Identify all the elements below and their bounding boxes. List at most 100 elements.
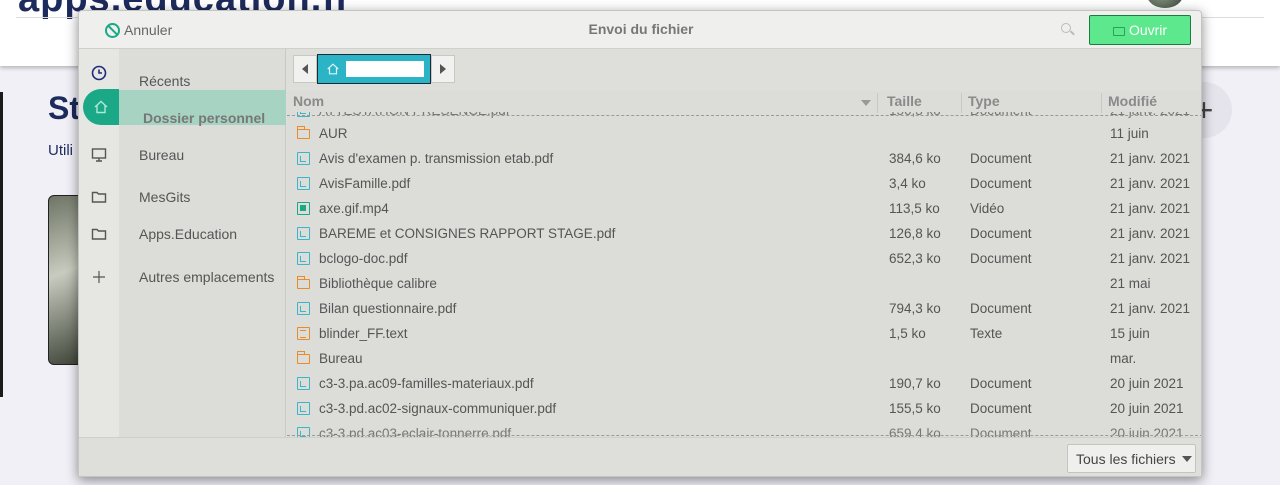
folder-icon[interactable] bbox=[87, 185, 111, 209]
avatar[interactable] bbox=[1147, 0, 1183, 8]
folder-icon bbox=[296, 351, 310, 364]
file-name: bclogo-doc.pdf bbox=[319, 251, 408, 266]
chevron-down-icon bbox=[1181, 455, 1192, 462]
table-row[interactable]: c3-3.pd.ac02-signaux-communiquer.pdf 155… bbox=[287, 397, 1201, 422]
path-forward-button[interactable] bbox=[431, 55, 455, 83]
sidebar-item-mesgits[interactable]: MesGits bbox=[139, 189, 190, 205]
list-top-edge bbox=[287, 115, 1201, 116]
path-bar bbox=[293, 54, 455, 85]
dialog-titlebar: Annuler Envoi du fichier Ouvrir bbox=[79, 11, 1201, 49]
document-icon bbox=[297, 227, 310, 240]
file-modified: 21 janv. 2021 bbox=[1110, 176, 1191, 191]
file-type: Document bbox=[970, 226, 1032, 241]
document-icon bbox=[297, 302, 310, 315]
document-icon bbox=[297, 377, 310, 390]
file-name: Bilan questionnaire.pdf bbox=[319, 301, 457, 316]
column-type[interactable]: Type bbox=[968, 93, 1000, 113]
chevron-right-icon bbox=[440, 64, 446, 74]
table-row[interactable]: Bibliothèque calibre 21 mai bbox=[287, 272, 1201, 297]
sidebar-item-home[interactable]: Dossier personnel bbox=[143, 110, 265, 126]
document-icon bbox=[297, 402, 310, 415]
column-name[interactable]: Nom bbox=[293, 93, 324, 113]
table-row[interactable]: Bureau mar. bbox=[287, 347, 1201, 372]
file-size: 113,5 ko bbox=[889, 201, 940, 216]
file-modified: 21 janv. 2021 bbox=[1110, 201, 1191, 216]
file-name: AUR bbox=[319, 126, 348, 141]
file-type-filter-select[interactable]: Tous les fichiers bbox=[1067, 444, 1196, 473]
page-subtitle: Utili bbox=[48, 142, 73, 159]
table-row[interactable]: Avis d'examen p. transmission etab.pdf 3… bbox=[287, 147, 1201, 172]
file-type: Document bbox=[970, 376, 1032, 391]
folder-icon[interactable] bbox=[87, 222, 111, 246]
table-row[interactable]: AvisFamille.pdf 3,4 ko Document 21 janv.… bbox=[287, 172, 1201, 197]
dialog-title: Envoi du fichier bbox=[588, 21, 694, 37]
file-size: 155,5 ko bbox=[889, 401, 941, 416]
left-accent-bar bbox=[0, 92, 3, 397]
file-list: ATTESTATION PRESENCE.pdf 156,3 ko Docume… bbox=[287, 91, 1201, 437]
file-name: Bureau bbox=[319, 351, 363, 366]
file-type: Document bbox=[970, 176, 1032, 191]
file-type: Document bbox=[970, 251, 1032, 266]
table-row[interactable]: Bilan questionnaire.pdf 794,3 ko Documen… bbox=[287, 297, 1201, 322]
file-size: 652,3 ko bbox=[889, 251, 941, 266]
file-modified: mar. bbox=[1110, 351, 1137, 366]
path-home-label-field bbox=[346, 61, 424, 77]
file-name: blinder_FF.text bbox=[319, 326, 408, 341]
file-type: Document bbox=[970, 301, 1032, 316]
clock-icon[interactable] bbox=[87, 61, 111, 85]
file-type: Document bbox=[970, 151, 1032, 166]
file-type: Vidéo bbox=[970, 201, 1005, 216]
folder-icon bbox=[296, 276, 310, 289]
file-modified: 21 janv. 2021 bbox=[1110, 301, 1191, 316]
home-icon[interactable] bbox=[83, 89, 119, 125]
column-modified[interactable]: Modifié bbox=[1108, 93, 1157, 113]
sidebar-item-other-locations[interactable]: Autres emplacements bbox=[139, 269, 274, 285]
chevron-left-icon bbox=[302, 64, 308, 74]
path-back-button[interactable] bbox=[293, 55, 317, 83]
search-icon[interactable] bbox=[1059, 21, 1077, 39]
table-row[interactable]: blinder_FF.text 1,5 ko Texte 15 juin bbox=[287, 322, 1201, 347]
column-size[interactable]: Taille bbox=[887, 93, 922, 113]
file-modified: 21 mai bbox=[1110, 276, 1151, 291]
file-modified: 20 juin 2021 bbox=[1110, 376, 1184, 391]
document-icon bbox=[297, 152, 310, 165]
dialog-footer: Tous les fichiers bbox=[79, 437, 1201, 476]
file-size: 794,3 ko bbox=[889, 301, 941, 316]
file-type: Document bbox=[970, 401, 1032, 416]
column-divider bbox=[877, 93, 878, 113]
document-icon bbox=[297, 177, 310, 190]
file-modified: 21 janv. 2021 bbox=[1110, 226, 1191, 241]
sidebar-item-recents[interactable]: Récents bbox=[139, 73, 190, 89]
column-divider bbox=[961, 93, 962, 113]
table-row[interactable]: bclogo-doc.pdf 652,3 ko Document 21 janv… bbox=[287, 247, 1201, 272]
text-file-icon bbox=[297, 327, 310, 340]
table-row[interactable]: c3-3.pa.ac09-familles-materiaux.pdf 190,… bbox=[287, 372, 1201, 397]
file-size: 3,4 ko bbox=[889, 176, 926, 191]
folder-icon bbox=[296, 126, 310, 139]
home-icon bbox=[327, 63, 339, 75]
file-modified: 21 janv. 2021 bbox=[1110, 251, 1191, 266]
file-name: AvisFamille.pdf bbox=[319, 176, 411, 191]
page-title: St bbox=[48, 90, 80, 126]
plus-icon[interactable] bbox=[87, 265, 111, 289]
file-size: 384,6 ko bbox=[889, 151, 941, 166]
open-button[interactable]: Ouvrir bbox=[1089, 15, 1191, 45]
sidebar-icon-column bbox=[79, 49, 119, 437]
file-size: 126,8 ko bbox=[889, 226, 941, 241]
desktop-icon[interactable] bbox=[87, 143, 111, 167]
file-modified: 15 juin bbox=[1110, 326, 1150, 341]
folder-open-icon bbox=[1112, 26, 1125, 36]
file-size: 190,7 ko bbox=[889, 376, 941, 391]
sidebar-item-apps-education[interactable]: Apps.Education bbox=[139, 226, 237, 242]
sidebar-item-desktop[interactable]: Bureau bbox=[139, 147, 184, 163]
table-row[interactable]: axe.gif.mp4 113,5 ko Vidéo 21 janv. 2021 bbox=[287, 197, 1201, 222]
table-row[interactable]: BAREME et CONSIGNES RAPPORT STAGE.pdf 12… bbox=[287, 222, 1201, 247]
path-home-button[interactable] bbox=[317, 54, 431, 84]
file-size: 1,5 ko bbox=[889, 326, 926, 341]
table-row[interactable]: AUR 11 juin bbox=[287, 122, 1201, 147]
file-name: Bibliothèque calibre bbox=[319, 276, 437, 291]
file-modified: 21 janv. 2021 bbox=[1110, 151, 1191, 166]
sort-descending-icon bbox=[861, 100, 871, 106]
file-name: c3-3.pd.ac02-signaux-communiquer.pdf bbox=[319, 401, 557, 416]
file-chooser-dialog: Annuler Envoi du fichier Ouvrir Récents … bbox=[78, 10, 1202, 477]
